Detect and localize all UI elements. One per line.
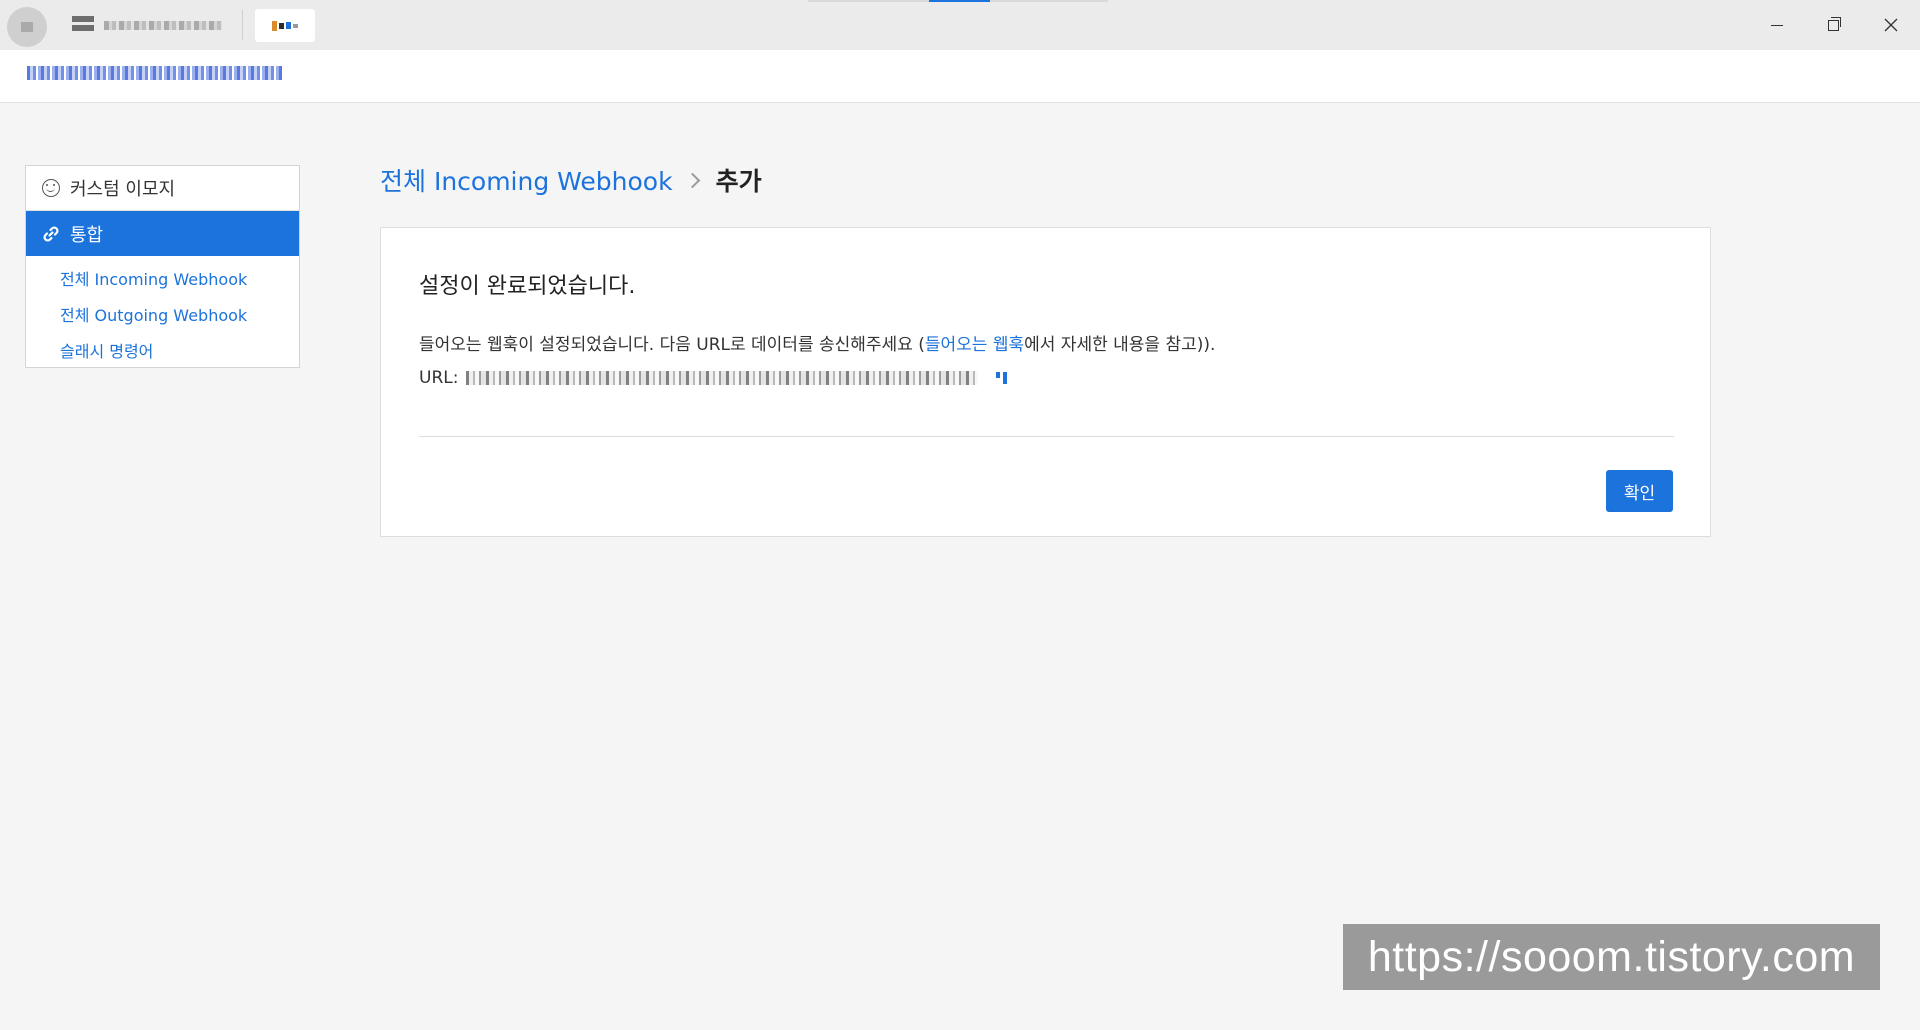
breadcrumb: 전체 Incoming Webhook 추가 [380, 162, 762, 198]
breadcrumb-parent-link[interactable]: 전체 Incoming Webhook [380, 162, 673, 198]
panel-title: 설정이 완료되었습니다. [419, 274, 636, 299]
sidebar-item-label: 통합 [70, 224, 104, 246]
server-selector[interactable] [70, 7, 242, 43]
team-name-redacted[interactable] [27, 66, 282, 80]
sidebar-item-integrations[interactable]: 통합 [26, 211, 299, 256]
sidebar-item-custom-emoji[interactable]: 커스텀 이모지 [26, 166, 299, 211]
user-avatar[interactable] [7, 7, 47, 47]
server-name-redacted [104, 20, 222, 30]
tab-strip-active-indicator [929, 0, 990, 2]
minimize-icon [1770, 24, 1783, 26]
panel-divider [419, 436, 1674, 437]
active-tab[interactable] [255, 9, 315, 42]
sidebar-subitem-incoming-webhook[interactable]: 전체 Incoming Webhook [26, 262, 299, 298]
confirm-button[interactable]: 확인 [1606, 470, 1673, 512]
webhook-complete-panel: 설정이 완료되었습니다. 들어오는 웹훅이 설정되었습니다. 다음 URL로 데… [380, 227, 1711, 537]
incoming-webhook-docs-link[interactable]: 들어오는 웹훅 [925, 335, 1024, 355]
backstage-sidebar: 커스텀 이모지 통합 전체 Incoming Webhook 전체 Outgoi… [25, 165, 300, 368]
restore-button[interactable] [1805, 0, 1862, 50]
server-icon [72, 16, 94, 34]
team-header [0, 50, 1920, 103]
description-text-after: 에서 자세한 내용을 참고)). [1024, 335, 1216, 355]
sidebar-subitem-outgoing-webhook[interactable]: 전체 Outgoing Webhook [26, 298, 299, 334]
url-label: URL: [419, 368, 459, 388]
webhook-url-row: URL: [419, 368, 1012, 388]
titlebar-divider [242, 10, 243, 40]
minimize-button[interactable] [1748, 0, 1805, 50]
sidebar-item-label: 커스텀 이모지 [70, 179, 176, 200]
avatar-placeholder-icon [21, 22, 33, 32]
blog-watermark: https://sooom.tistory.com [1343, 924, 1880, 990]
restore-icon [1828, 16, 1841, 31]
breadcrumb-current: 추가 [715, 167, 762, 196]
copy-icon[interactable] [996, 372, 1012, 384]
window-title-bar [0, 0, 1920, 50]
close-icon [1884, 18, 1897, 32]
sidebar-subitems: 전체 Incoming Webhook 전체 Outgoing Webhook … [26, 256, 299, 370]
panel-description: 들어오는 웹훅이 설정되었습니다. 다음 URL로 데이터를 송신해주세요 (들… [419, 330, 1215, 355]
description-text-before: 들어오는 웹훅이 설정되었습니다. 다음 URL로 데이터를 송신해주세요 ( [419, 335, 925, 355]
close-button[interactable] [1862, 0, 1919, 50]
link-icon [43, 225, 59, 242]
tab-favicon-icon [272, 20, 298, 32]
webhook-url-redacted[interactable] [466, 371, 979, 385]
smile-icon [42, 179, 60, 197]
chevron-right-icon [684, 172, 700, 188]
sidebar-subitem-slash-commands[interactable]: 슬래시 명령어 [26, 334, 299, 370]
